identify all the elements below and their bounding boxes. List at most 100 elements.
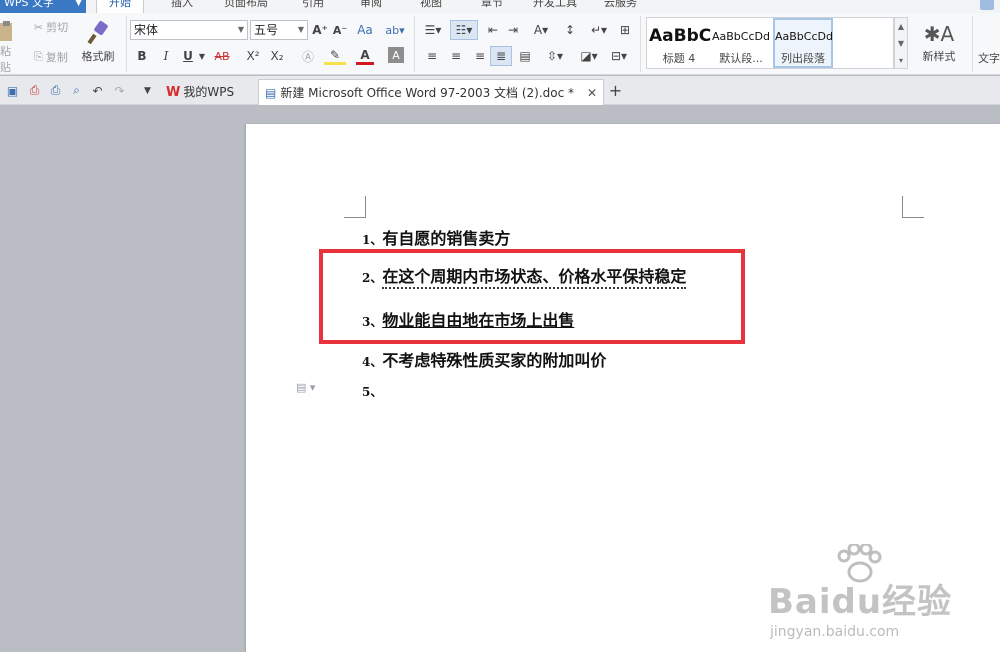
print-icon[interactable]: ⎙ [48, 83, 63, 98]
strikethrough-button[interactable]: AB [211, 47, 233, 65]
document-workspace: 1、有自愿的销售卖方 2、在这个周期内市场状态、价格水平保持稳定 3、物业能自由… [0, 106, 1000, 652]
line-spacing-icon[interactable]: ⇳▾ [542, 47, 568, 65]
bullet-list-icon[interactable]: ☰▾ [420, 20, 446, 40]
list-item[interactable]: 1、有自愿的销售卖方 [362, 225, 510, 249]
tab-active-document[interactable]: ▤ 新建 Microsoft Office Word 97-2003 文档 (2)… [258, 79, 604, 105]
font-name-select[interactable]: 宋体 ▼ [130, 20, 248, 40]
list-item[interactable]: 4、不考虑特殊性质买家的附加叫价 [362, 347, 606, 371]
watermark: Baidu经验 jingyan.baidu.com [768, 544, 978, 640]
tab-page-layout[interactable]: 页面布局 [224, 0, 268, 13]
change-case-icon[interactable]: Aa [356, 20, 374, 40]
app-menu-button[interactable]: WPS 文字 ▼ [0, 0, 86, 13]
style-sample: AaBbCcDd [775, 30, 833, 43]
font-size-value: 五号 [254, 23, 279, 37]
numbered-list-icon[interactable]: ☷▾ [450, 20, 478, 40]
document-icon: ▤ [265, 86, 277, 100]
style-gallery: AaBbC 标题 4 AaBbCcDd 默认段... AaBbCcDd 列出段落 [646, 17, 894, 69]
watermark-url: jingyan.baidu.com [770, 624, 900, 640]
superscript-button[interactable]: X² [244, 47, 262, 65]
chevron-down-icon[interactable]: ▼ [197, 47, 207, 65]
style-name: 列出段落 [781, 52, 825, 65]
list-number: 4、 [362, 355, 383, 369]
style-default-paragraph[interactable]: AaBbCcDd 默认段... [711, 18, 771, 68]
redo-icon[interactable]: ↷ [112, 83, 127, 98]
font-size-select[interactable]: 五号 ▼ [250, 20, 308, 40]
subscript-button[interactable]: X₂ [268, 47, 286, 65]
paste-label[interactable]: 粘贴 [0, 45, 16, 74]
decrease-indent-icon[interactable]: ⇤ [484, 20, 502, 40]
tab-chapter[interactable]: 章节 [481, 0, 503, 13]
new-style-button[interactable]: ✱A 新样式 [916, 17, 962, 69]
chinese-layout-icon[interactable]: A▾ [528, 20, 554, 40]
format-painter-label: 格式刷 [81, 50, 115, 63]
ribbon-home: 粘贴 ✂ 剪切 ⎘ 复制 格式刷 宋体 ▼ 五号 ▼ A⁺ A⁻ Aa ab▾ B I … [0, 13, 1000, 75]
tab-references[interactable]: 引用 [302, 0, 324, 13]
shrink-font-button[interactable]: A⁻ [332, 20, 348, 40]
document-page[interactable]: 1、有自愿的销售卖方 2、在这个周期内市场状态、价格水平保持稳定 3、物业能自由… [246, 124, 1000, 652]
text-tools-button[interactable]: 文字 [978, 49, 1000, 67]
tab-label: 我的WPS [183, 85, 235, 99]
align-right-icon[interactable]: ≡ [472, 47, 488, 65]
document-tab-bar: ▣ ⎙ ⎙ ⌕ ↶ ↷ ▼ W 我的WPS ▤ 新建 Microsoft Offic… [0, 76, 1000, 105]
tab-developer[interactable]: 开发工具 [533, 0, 577, 13]
print-preview-icon[interactable]: ⌕ [69, 83, 84, 98]
account-icon[interactable] [980, 0, 994, 10]
justify-icon[interactable]: ≣ [490, 46, 512, 66]
app-name: WPS 文字 [4, 0, 54, 9]
table-grid-icon[interactable]: ⊞ [616, 20, 634, 40]
margin-corner-mark [902, 196, 924, 218]
italic-button[interactable]: I [158, 47, 174, 65]
show-marks-icon[interactable]: ↵▾ [588, 20, 610, 40]
tab-my-wps[interactable]: W 我的WPS [160, 79, 256, 105]
increase-indent-icon[interactable]: ⇥ [504, 20, 522, 40]
chevron-down-icon: ▼ [75, 0, 82, 8]
style-gallery-scroll[interactable]: ▲ ▼ ▾ [894, 17, 908, 69]
font-color-button[interactable]: A [356, 47, 374, 65]
list-text: 有自愿的销售卖方 [382, 229, 511, 248]
distributed-align-icon[interactable]: ▤ [516, 47, 534, 65]
undo-icon[interactable]: ↶ [90, 83, 105, 98]
paragraph-marker-icon[interactable]: ▤ ▾ [296, 381, 322, 395]
tab-review[interactable]: 审阅 [360, 0, 382, 13]
new-style-icon: ✱A [923, 22, 955, 46]
wps-logo-icon: W [166, 85, 181, 100]
text-effect-icon[interactable]: Ⓐ [298, 47, 318, 65]
tab-home[interactable]: 开始 [96, 0, 144, 13]
chevron-down-icon[interactable]: ▼ [140, 83, 155, 98]
new-tab-icon[interactable]: + [608, 81, 623, 100]
underline-button[interactable]: U [180, 47, 196, 65]
cut-button[interactable]: ✂ 剪切 [28, 18, 74, 36]
watermark-logo: Baidu经验 [768, 582, 953, 622]
bold-button[interactable]: B [134, 47, 150, 65]
font-name-value: 宋体 [134, 23, 159, 37]
style-name: 标题 4 [662, 52, 696, 65]
style-list-paragraph[interactable]: AaBbCcDd 列出段落 [773, 18, 833, 68]
style-heading-4[interactable]: AaBbC 标题 4 [649, 18, 711, 68]
chevron-down-icon: ▼ [237, 25, 244, 34]
copy-label: 复制 [45, 51, 68, 64]
list-item[interactable]: 5、 [362, 381, 382, 400]
menu-bar: WPS 文字 ▼ 开始 插入 页面布局 引用 审阅 视图 章节 开发工具 云服务 [0, 0, 1000, 13]
border-icon[interactable]: ⊟▾ [606, 47, 632, 65]
phonetic-guide-icon[interactable]: ab▾ [380, 20, 410, 40]
style-name: 默认段... [719, 52, 763, 65]
char-shading-icon[interactable]: A [388, 47, 404, 63]
tab-insert[interactable]: 插入 [171, 0, 193, 13]
copy-button[interactable]: ⎘ 复制 [28, 48, 74, 66]
annotation-highlight-box [319, 249, 745, 344]
group-divider [972, 16, 973, 72]
export-pdf-icon[interactable]: ⎙ [27, 83, 42, 98]
tab-view[interactable]: 视图 [420, 0, 442, 13]
align-left-icon[interactable]: ≡ [424, 47, 440, 65]
highlight-icon[interactable]: ✎ [324, 47, 346, 65]
save-icon[interactable]: ▣ [5, 83, 20, 98]
format-painter-button[interactable]: 格式刷 [78, 17, 118, 67]
shading-bucket-icon[interactable]: ◪▾ [576, 47, 602, 65]
tab-cloud[interactable]: 云服务 [604, 0, 637, 13]
sort-icon[interactable]: ↕ [560, 20, 580, 40]
close-icon[interactable]: ✕ [587, 80, 597, 106]
group-divider [640, 16, 641, 72]
margin-corner-mark [344, 196, 366, 218]
align-center-icon[interactable]: ≡ [448, 47, 464, 65]
grow-font-button[interactable]: A⁺ [312, 20, 328, 40]
